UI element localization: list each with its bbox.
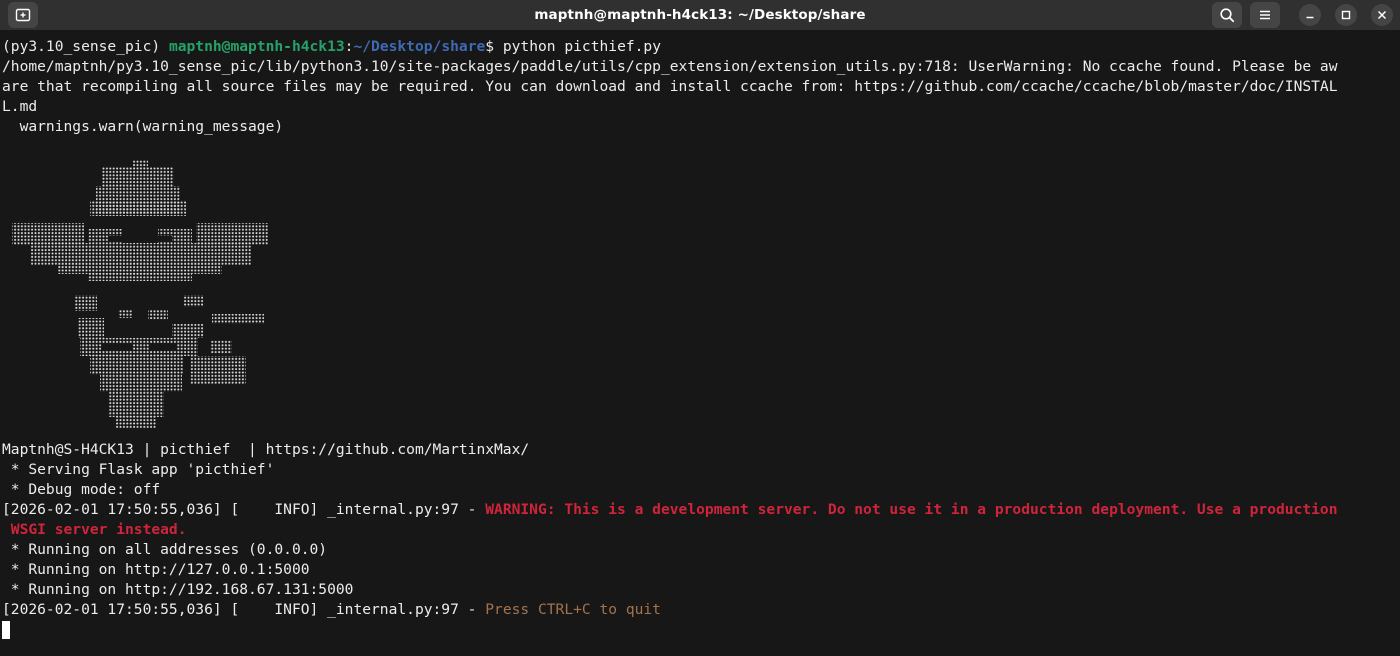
warning-line-1: /home/maptnh/py3.10_sense_pic/lib/python… (2, 58, 1338, 75)
log-warning-message-cont: WSGI server instead. (2, 521, 187, 538)
prompt-env: (py3.10_sense_pic) (2, 38, 169, 55)
warning-line-2: are that recompiling all source files ma… (2, 78, 1338, 95)
running-all-line: * Running on all addresses (0.0.0.0) (2, 541, 328, 558)
flask-debug-line: * Debug mode: off (2, 481, 161, 498)
ascii-art-banner (12, 160, 268, 428)
window-title: maptnh@maptnh-h4ck13: ~/Desktop/share (534, 7, 866, 23)
prompt-symbol: $ (485, 38, 503, 55)
title-bar: maptnh@maptnh-h4ck13: ~/Desktop/share (0, 0, 1400, 30)
log-warning-message: WARNING: This is a development server. D… (485, 501, 1338, 518)
search-icon (1220, 8, 1235, 23)
running-local-line: * Running on http://127.0.0.1:5000 (2, 561, 310, 578)
terminal-output[interactable]: (py3.10_sense_pic) maptnh@maptnh-h4ck13:… (0, 30, 1400, 656)
menu-button[interactable] (1250, 2, 1280, 28)
prompt-path: ~/Desktop/share (353, 38, 486, 55)
log-quit-line: [2026-02-01 17:50:55,036] [ INFO] _inter… (2, 600, 661, 620)
maximize-button[interactable] (1335, 4, 1357, 26)
close-icon (1377, 10, 1387, 20)
log-warning-line: [2026-02-01 17:50:55,036] [ INFO] _inter… (2, 500, 1338, 520)
prompt-command: python picthief.py (502, 38, 661, 55)
maximize-icon (1341, 10, 1351, 20)
prompt-user-host: maptnh@maptnh-h4ck13 (168, 38, 345, 55)
warning-line-4: warnings.warn(warning_message) (2, 118, 284, 135)
close-button[interactable] (1371, 4, 1393, 26)
hamburger-menu-icon (1260, 10, 1270, 20)
log-quit-message: Press CTRL+C to quit (485, 601, 661, 618)
minimize-icon (1306, 16, 1314, 19)
log-prefix: [2026-02-01 17:50:55,036] [ INFO] _inter… (2, 601, 486, 618)
search-button[interactable] (1212, 2, 1242, 28)
terminal-cursor (2, 621, 10, 639)
minimize-button[interactable] (1299, 4, 1321, 26)
running-lan-line: * Running on http://192.168.67.131:5000 (2, 581, 354, 598)
log-prefix: [2026-02-01 17:50:55,036] [ INFO] _inter… (2, 501, 486, 518)
warning-line-3: L.md (2, 98, 38, 115)
banner-info-line: Maptnh@S-H4CK13 | picthief | https://git… (2, 441, 530, 458)
flask-serving-line: * Serving Flask app 'picthief' (2, 461, 275, 478)
command-prompt-line: (py3.10_sense_pic) maptnh@maptnh-h4ck13:… (2, 37, 661, 57)
